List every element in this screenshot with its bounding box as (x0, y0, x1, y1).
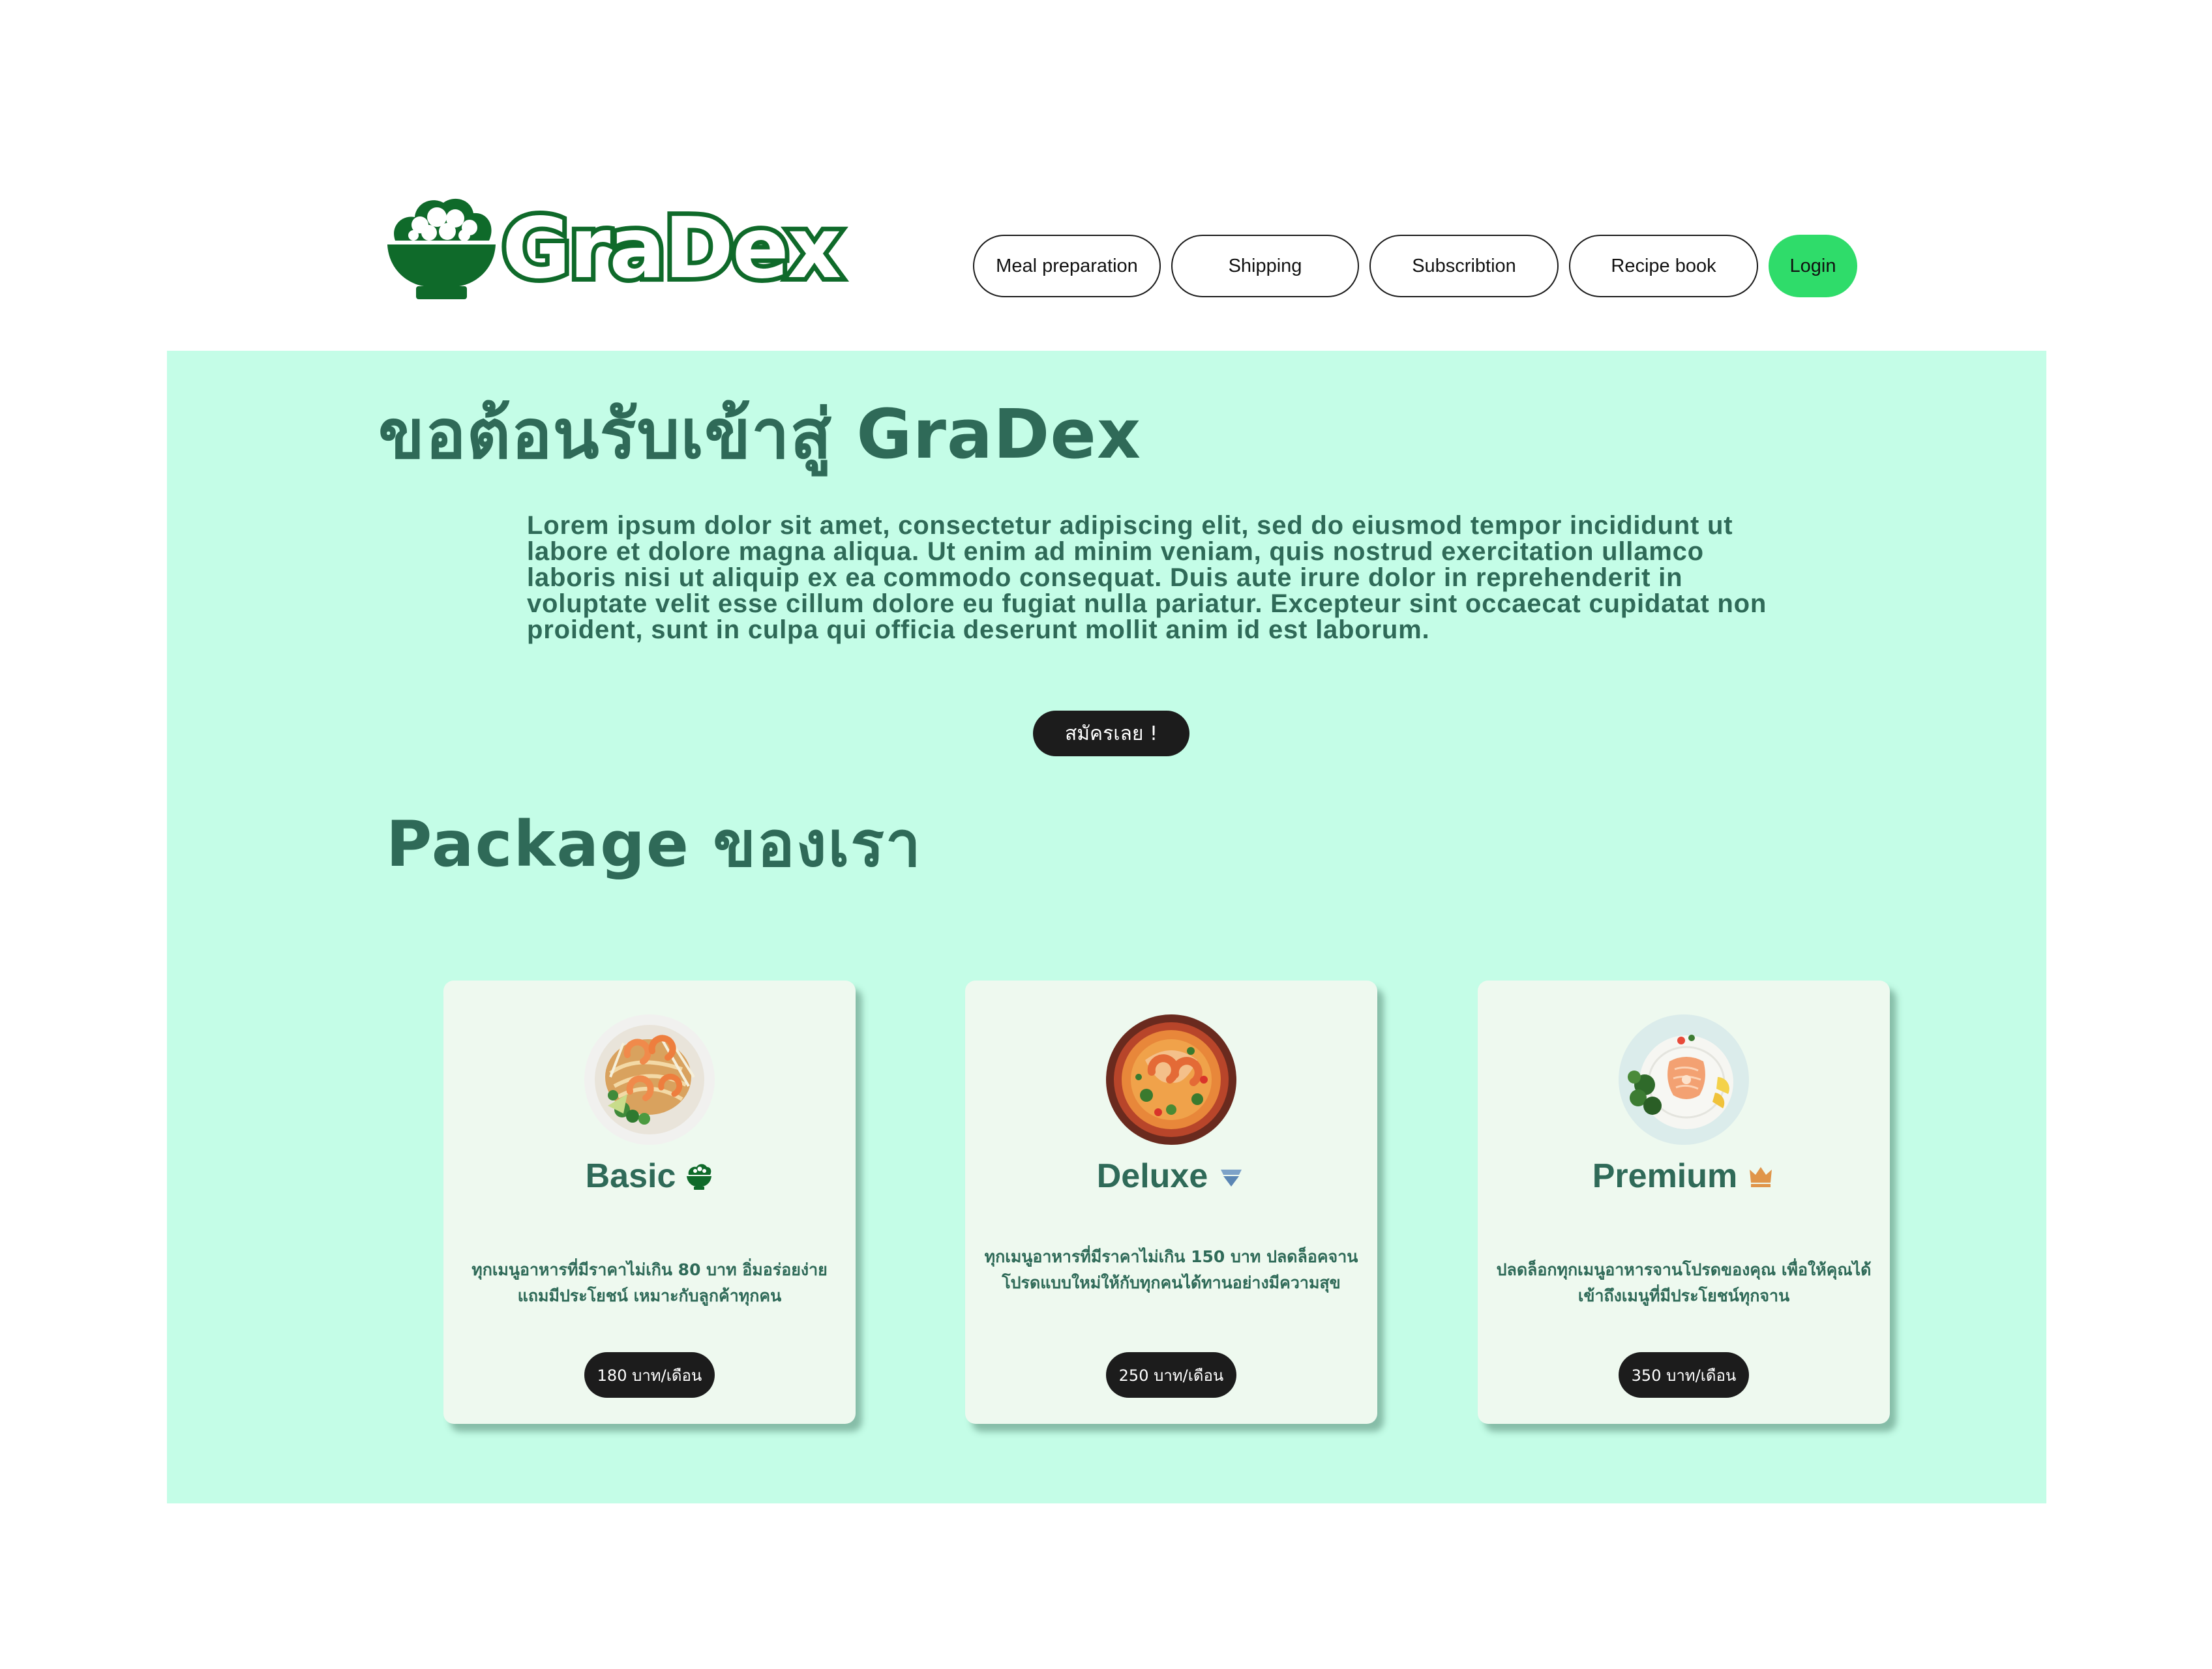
hero-section: ขอต้อนรับเข้าสู่ GraDex Lorem ipsum dolo… (167, 351, 2046, 1503)
package-description: ทุกเมนูอาหารที่มีราคาไม่เกิน 80 บาท อิ่ม… (471, 1260, 828, 1305)
hero-title: ขอต้อนรับเข้าสู่ GraDex (378, 394, 1142, 474)
hero-description: Lorem ipsum dolor sit amet, consectetur … (527, 511, 1767, 644)
package-name: Deluxe (1096, 1157, 1208, 1195)
package-card-premium[interactable]: Premium ปลดล็อกทุกเมนูอาหารจานโปรดของคุณ… (1478, 981, 1890, 1424)
pad-thai-image (584, 1014, 715, 1145)
package-card-basic[interactable]: Basic ทุกเมนูอาหารที่มีราคาไม่เกิน 80 บา… (443, 981, 856, 1424)
package-description: ปลดล็อกทุกเมนูอาหารจานโปรดของคุณ เพื่อให… (1496, 1260, 1872, 1305)
price-button[interactable]: 350 บาท/เดือน (1619, 1352, 1749, 1398)
package-name: Premium (1592, 1157, 1738, 1195)
nav-meal-preparation-button[interactable]: Meal preparation (973, 235, 1161, 297)
logo-text: GraDex (498, 200, 846, 297)
package-card-deluxe[interactable]: Deluxe ทุกเมนูอาหารที่มีราคาไม่เกิน 150 … (965, 981, 1377, 1424)
package-name-row: Deluxe (965, 1157, 1377, 1196)
salmon-steak-image (1619, 1014, 1749, 1145)
diamond-icon (1221, 1170, 1242, 1187)
packages-title: Package ของเรา (386, 808, 922, 881)
gradex-logo[interactable]: GraDex (386, 190, 846, 303)
package-description: ทุกเมนูอาหารที่มีราคาไม่เกิน 150 บาท ปลด… (984, 1247, 1358, 1292)
crown-icon (1750, 1167, 1772, 1187)
nav-subscription-button[interactable]: Subscribtion (1369, 235, 1559, 297)
nav-shipping-button[interactable]: Shipping (1171, 235, 1359, 297)
signup-button[interactable]: สมัครเลย ! (1033, 711, 1189, 756)
rice-bowl-icon (687, 1164, 712, 1190)
price-button[interactable]: 250 บาท/เดือน (1106, 1352, 1236, 1398)
price-button[interactable]: 180 บาท/เดือน (584, 1352, 715, 1398)
rice-bowl-icon (387, 198, 496, 299)
package-name: Basic (585, 1157, 676, 1195)
login-button[interactable]: Login (1769, 235, 1857, 297)
package-name-row: Premium (1478, 1157, 1890, 1196)
package-name-row: Basic (443, 1157, 856, 1196)
nav-recipe-book-button[interactable]: Recipe book (1569, 235, 1758, 297)
tom-yum-image (1106, 1014, 1236, 1145)
